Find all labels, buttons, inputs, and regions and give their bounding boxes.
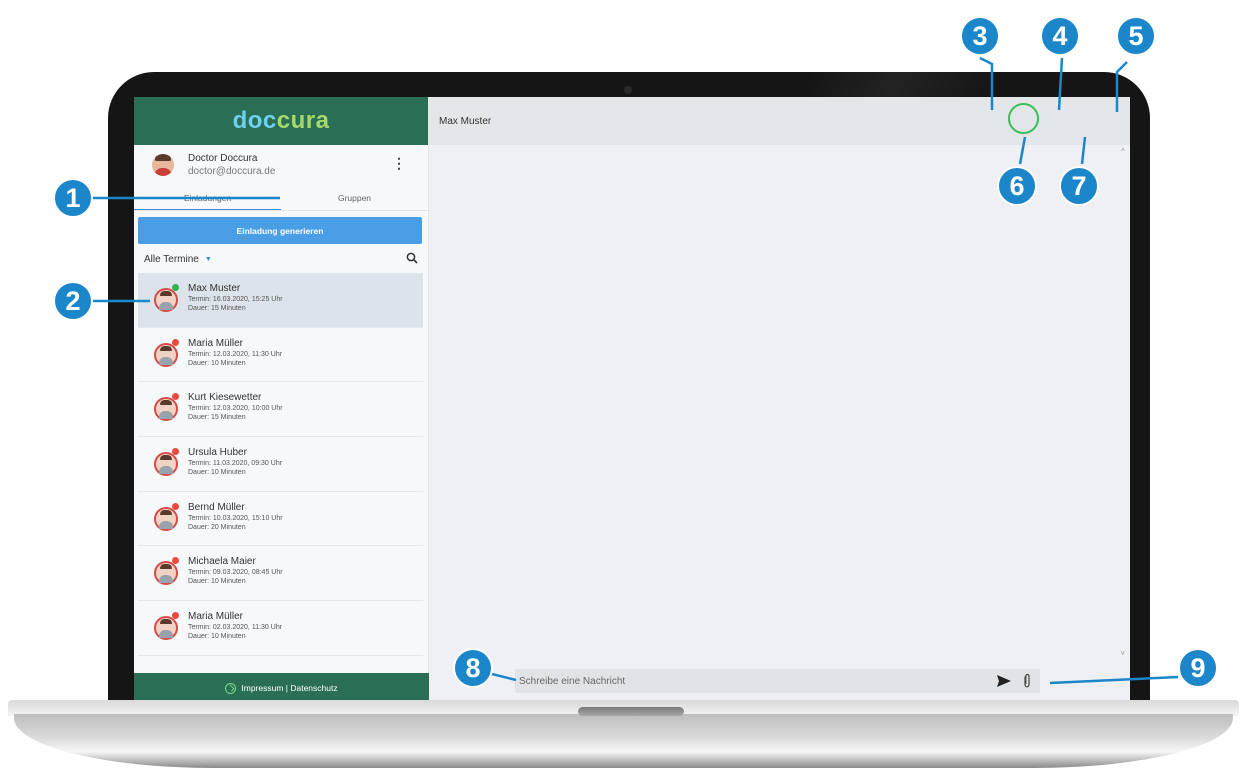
- appointment-time: Termin: 12.03.2020, 11:30 Uhr: [188, 350, 283, 358]
- video-highlight-ring: [1008, 103, 1039, 134]
- appointment-time: Termin: 12.03.2020, 10:00 Uhr: [188, 405, 283, 413]
- profile-email: doctor@doccura.de: [188, 166, 276, 177]
- callout-3: 3: [960, 16, 1000, 56]
- appointment-time: Termin: 09.03.2020, 08:45 Uhr: [188, 569, 283, 577]
- callout-2: 2: [53, 281, 93, 321]
- appointment-name: Ursula Huber: [188, 447, 247, 459]
- caret-down-icon[interactable]: ▼: [205, 256, 212, 263]
- avatar: [154, 397, 178, 422]
- appointment-time: Termin: 02.03.2020, 11:30 Uhr: [188, 624, 283, 632]
- tab-bar: Einladungen Gruppen: [134, 185, 428, 211]
- callout-9: 9: [1178, 648, 1218, 688]
- appointment-name: Kurt Kiesewetter: [188, 392, 262, 404]
- sidebar: doccura Doctor Doccura doctor@doccura.de…: [134, 97, 429, 703]
- avatar: [154, 561, 178, 586]
- list-item[interactable]: Michaela Maier Termin: 09.03.2020, 08:45 …: [138, 546, 423, 602]
- list-item[interactable]: Max Muster Termin: 16.03.2020, 15:25 Uhr D…: [138, 273, 423, 328]
- laptop-base: [14, 714, 1233, 768]
- appointment-duration: Dauer: 15 Minuten: [188, 305, 246, 312]
- appointment-time: Termin: 10.03.2020, 15:10 Uhr: [188, 514, 283, 522]
- avatar: [154, 616, 178, 641]
- appointment-name: Maria Müller: [188, 337, 244, 349]
- appointment-filter: Alle Termine ▼: [134, 244, 428, 274]
- callout-5: 5: [1116, 16, 1156, 56]
- appointment-name: Maria Müller: [188, 611, 244, 623]
- status-dot: [172, 284, 179, 291]
- appointment-duration: Dauer: 20 Minuten: [188, 523, 246, 531]
- status-dot: [172, 448, 179, 456]
- profile-name: Doctor Doccura: [188, 153, 258, 164]
- appointment-time: Termin: 16.03.2020, 15:25 Uhr: [188, 296, 283, 303]
- status-dot: [172, 502, 179, 510]
- tab-einladungen[interactable]: Einladungen: [134, 185, 281, 211]
- appointment-duration: Dauer: 10 Minuten: [188, 359, 246, 367]
- kebab-icon[interactable]: ⋮: [392, 156, 406, 170]
- appointment-duration: Dauer: 15 Minuten: [188, 414, 246, 422]
- message-input[interactable]: [519, 671, 959, 691]
- callout-7: 7: [1059, 166, 1099, 206]
- avatar: [154, 288, 178, 312]
- avatar: [154, 342, 178, 367]
- list-item[interactable]: Ursula Huber Termin: 11.03.2020, 09:30 Uh…: [138, 437, 423, 492]
- list-item[interactable]: Kurt Kiesewetter Termin: 12.03.2020, 10:0…: [138, 382, 423, 438]
- message-composer: [515, 669, 1040, 693]
- appointment-name: Max Muster: [188, 283, 241, 294]
- webcam: [624, 86, 632, 94]
- callout-1: 1: [53, 178, 93, 218]
- status-dot: [172, 557, 179, 565]
- check-circle-icon: [225, 682, 237, 694]
- callout-4: 4: [1040, 16, 1080, 56]
- search-icon[interactable]: [406, 252, 418, 264]
- appointment-duration: Dauer: 10 Minuten: [188, 578, 246, 586]
- laptop-notch: [578, 707, 684, 716]
- appointment-duration: Dauer: 10 Minuten: [188, 469, 246, 477]
- callout-6: 6: [997, 166, 1037, 206]
- appointment-name: Michaela Maier: [188, 556, 256, 568]
- appointment-time: Termin: 11.03.2020, 09:30 Uhr: [188, 460, 283, 468]
- tutorial-figure: doccura Doctor Doccura doctor@doccura.de…: [0, 0, 1247, 772]
- status-dot: [172, 338, 179, 346]
- tab-gruppen[interactable]: Gruppen: [281, 185, 428, 211]
- logo-bar: doccura: [134, 97, 428, 145]
- footer-links[interactable]: Impressum | Datenschutz: [241, 683, 337, 693]
- status-dot: [172, 393, 179, 401]
- appointment-name: Bernd Müller: [188, 501, 245, 513]
- app-screen: doccura Doctor Doccura doctor@doccura.de…: [134, 97, 1130, 703]
- send-icon[interactable]: [996, 673, 1012, 689]
- chat-title: Max Muster: [439, 115, 492, 127]
- appointment-duration: Dauer: 10 Minuten: [188, 633, 246, 641]
- avatar: [154, 506, 178, 531]
- generate-invitation-button[interactable]: Einladung generieren: [138, 217, 422, 244]
- status-dot: [172, 612, 179, 620]
- appointment-list: Max Muster Termin: 16.03.2020, 15:25 Uhr D…: [138, 273, 423, 656]
- list-item[interactable]: Maria Müller Termin: 12.03.2020, 11:30 Uh…: [138, 327, 423, 383]
- profile: Doctor Doccura doctor@doccura.de ⋮: [134, 145, 428, 185]
- avatar: [154, 452, 178, 477]
- footer: Impressum | Datenschutz: [134, 673, 429, 703]
- scrollbar[interactable]: [1120, 147, 1128, 657]
- filter-dropdown[interactable]: Alle Termine: [144, 254, 199, 265]
- avatar: [152, 154, 174, 176]
- callout-8: 8: [453, 648, 493, 688]
- list-item[interactable]: Bernd Müller Termin: 10.03.2020, 15:10 Uh…: [138, 491, 423, 547]
- paperclip-icon[interactable]: [1022, 673, 1032, 689]
- logo: doccura: [232, 107, 330, 134]
- list-item[interactable]: Maria Müller Termin: 02.03.2020, 11:30 Uh…: [138, 601, 423, 656]
